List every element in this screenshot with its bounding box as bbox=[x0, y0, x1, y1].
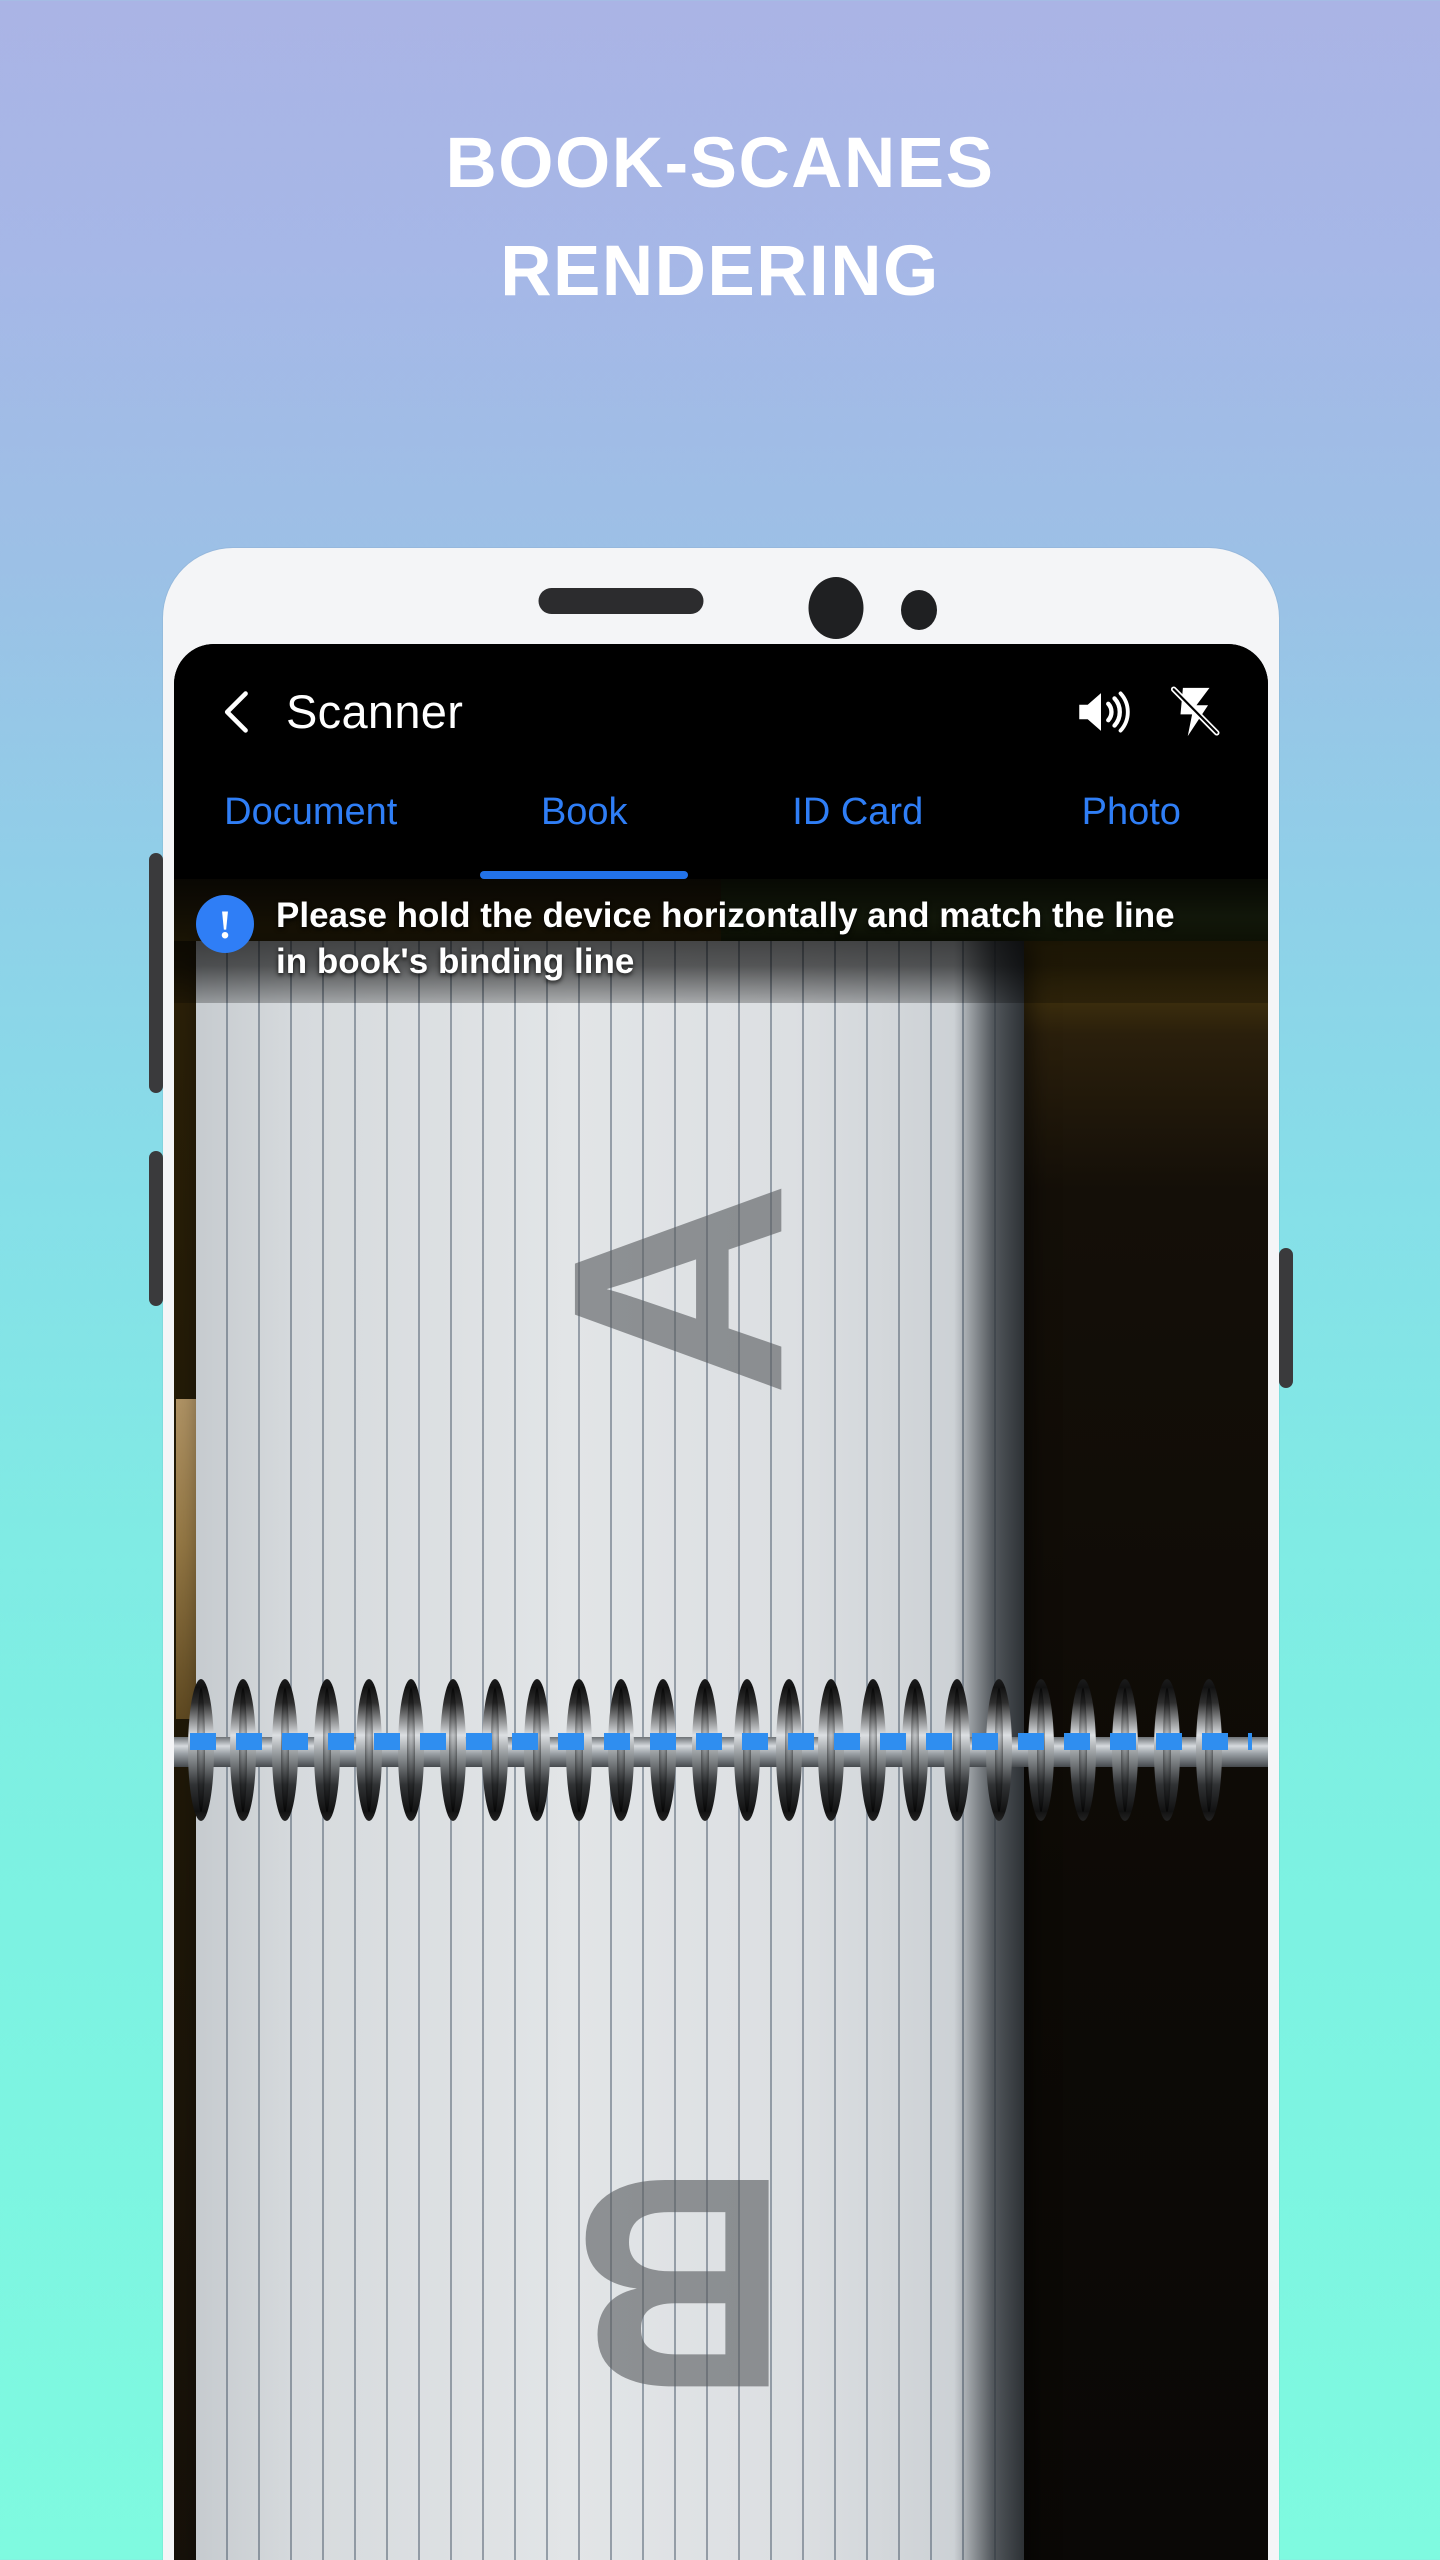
binding-ring bbox=[608, 1679, 634, 1821]
page-letter-a: A bbox=[509, 1180, 846, 1398]
exclamation-icon: ! bbox=[196, 895, 254, 953]
binding-ring bbox=[902, 1679, 928, 1821]
page-title: Scanner bbox=[286, 685, 464, 738]
binding-ring bbox=[398, 1679, 424, 1821]
volume-down-button[interactable] bbox=[149, 1151, 163, 1306]
tab-book[interactable]: Book bbox=[448, 779, 722, 879]
binding-ring bbox=[1070, 1679, 1096, 1821]
binding-alignment-guide bbox=[190, 1733, 1252, 1750]
proximity-sensor-icon bbox=[901, 590, 937, 630]
binding-ring bbox=[944, 1679, 970, 1821]
earpiece-speaker-icon bbox=[538, 588, 704, 614]
binding-ring bbox=[1028, 1679, 1054, 1821]
phone-mockup: Scanner Document Book ID Card Photo A B … bbox=[149, 548, 1293, 2560]
info-banner: ! Please hold the device horizontally an… bbox=[174, 879, 1268, 1004]
app-bar-actions bbox=[1072, 683, 1224, 741]
camera-viewfinder[interactable]: A B ! Please hold the device horizontall… bbox=[174, 879, 1268, 2560]
front-camera-icon bbox=[808, 577, 864, 639]
binding-ring bbox=[356, 1679, 382, 1821]
headline-line-1: BOOK-SCANES bbox=[445, 124, 995, 203]
scan-mode-tabs: Document Book ID Card Photo bbox=[174, 779, 1268, 879]
headline-line-2: RENDERING bbox=[500, 232, 940, 311]
tab-document[interactable]: Document bbox=[174, 779, 448, 879]
binding-ring bbox=[734, 1679, 760, 1821]
app-bar: Scanner bbox=[174, 644, 1268, 779]
phone-screen: Scanner Document Book ID Card Photo A B … bbox=[174, 644, 1268, 2560]
binding-ring bbox=[440, 1679, 466, 1821]
phone-top-bezel bbox=[163, 548, 1279, 644]
binding-ring bbox=[482, 1679, 508, 1821]
volume-on-icon[interactable] bbox=[1072, 683, 1130, 741]
binding-ring bbox=[230, 1679, 256, 1821]
binding-ring bbox=[272, 1679, 298, 1821]
binding-ring bbox=[524, 1679, 550, 1821]
binding-ring bbox=[1112, 1679, 1138, 1821]
spiral-binding bbox=[174, 1671, 1268, 1831]
binding-ring bbox=[1196, 1679, 1222, 1821]
binding-ring bbox=[566, 1679, 592, 1821]
binding-ring bbox=[650, 1679, 676, 1821]
binding-ring bbox=[692, 1679, 718, 1821]
binding-ring bbox=[818, 1679, 844, 1821]
promo-headline: BOOK-SCANES RENDERING bbox=[0, 128, 1440, 307]
binding-ring bbox=[776, 1679, 802, 1821]
flash-off-icon[interactable] bbox=[1166, 683, 1224, 741]
binding-ring bbox=[314, 1679, 340, 1821]
tab-photo[interactable]: Photo bbox=[995, 779, 1269, 879]
binding-ring bbox=[188, 1679, 214, 1821]
binding-ring bbox=[986, 1679, 1012, 1821]
tab-id-card[interactable]: ID Card bbox=[721, 779, 995, 879]
power-button[interactable] bbox=[1279, 1248, 1293, 1388]
binding-ring bbox=[860, 1679, 886, 1821]
volume-up-button[interactable] bbox=[149, 853, 163, 1093]
binding-ring bbox=[1154, 1679, 1180, 1821]
info-banner-text: Please hold the device horizontally and … bbox=[276, 896, 1175, 982]
chevron-left-icon[interactable] bbox=[212, 686, 264, 738]
page-letter-b: B bbox=[572, 2116, 789, 2452]
